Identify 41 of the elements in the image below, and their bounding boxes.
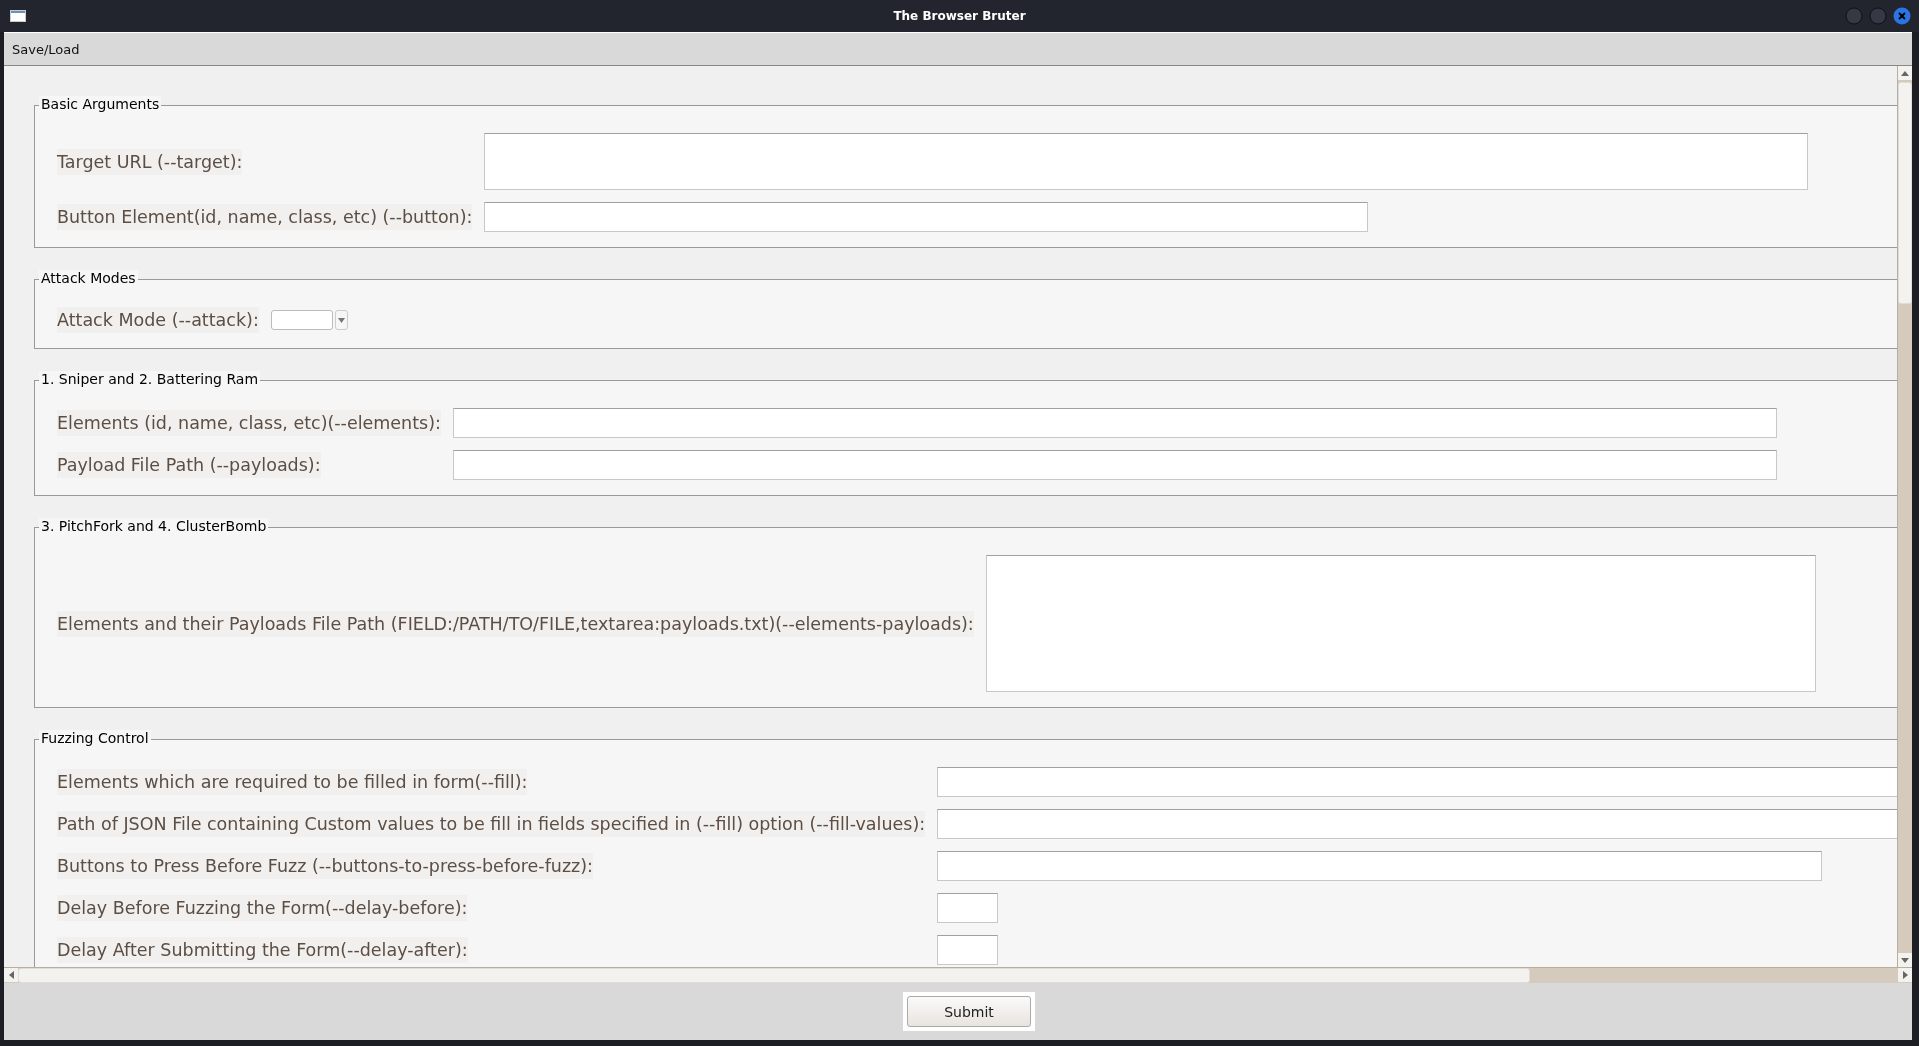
field-label: Button Element(id, name, class, etc) (--button): — [57, 204, 473, 230]
input-field[interactable] — [484, 202, 1369, 232]
field-label: Delay Before Fuzzing the Form(--delay-before): — [57, 895, 468, 921]
field-label: Payload File Path (--payloads): — [57, 452, 321, 478]
field-label: Delay After Submitting the Form(--delay-after): — [57, 937, 468, 963]
submit-button[interactable]: Submit — [907, 996, 1031, 1027]
input-field[interactable] — [937, 767, 1897, 797]
field-label: Elements (id, name, class, etc)(--elements): — [57, 410, 441, 436]
field-label: Buttons to Press Before Fuzz (--buttons-to-press-before-fuzz): — [57, 853, 593, 879]
section-title: Fuzzing Control — [39, 730, 151, 746]
scroll-down-icon[interactable] — [1901, 957, 1909, 963]
scrollbar-thumb[interactable] — [1898, 82, 1912, 304]
section-title: Attack Modes — [39, 270, 138, 286]
field-label: Path of JSON File containing Custom values to be fill in fields specified in (--fill) option (--fill-values): — [57, 811, 926, 837]
menu-item[interactable]: Save/Load — [4, 41, 88, 57]
section-title: Basic Arguments — [39, 96, 162, 112]
input-field[interactable] — [452, 408, 1777, 438]
window-icon — [10, 10, 26, 22]
close-button[interactable] — [1893, 7, 1911, 25]
scrollbar-thumb[interactable] — [18, 968, 1530, 983]
field-label: Elements and their Payloads File Path (FIELD:/PATH/TO/FILE,textarea:payloads.txt)(--elements-payloads): — [57, 610, 974, 637]
maximize-button[interactable] — [1869, 7, 1887, 25]
section-title: 1. Sniper and 2. Battering Ram — [39, 371, 261, 387]
input-field[interactable] — [937, 851, 1823, 881]
field-label: Elements which are required to be filled in form(--fill): — [57, 769, 528, 795]
window-title: The Browser Bruter — [892, 9, 1027, 23]
scroll-up-icon[interactable] — [1901, 70, 1909, 76]
scroll-right-icon[interactable] — [1902, 971, 1908, 979]
scroll-left-icon[interactable] — [8, 971, 14, 979]
input-field[interactable] — [484, 133, 1809, 190]
input-field[interactable] — [937, 935, 999, 965]
field-label: Target URL (--target): — [57, 148, 243, 175]
input-field[interactable] — [937, 893, 999, 923]
input-field[interactable] — [452, 450, 1777, 480]
horizontal-scrollbar[interactable] — [4, 967, 1912, 983]
field-label: Attack Mode (--attack): — [57, 307, 259, 333]
input-field[interactable] — [937, 809, 1897, 839]
vertical-scrollbar[interactable] — [1897, 66, 1912, 967]
section-title: 3. PitchFork and 4. ClusterBomb — [39, 518, 269, 534]
caret-icon — [337, 317, 345, 323]
minimize-button[interactable] — [1845, 7, 1863, 25]
